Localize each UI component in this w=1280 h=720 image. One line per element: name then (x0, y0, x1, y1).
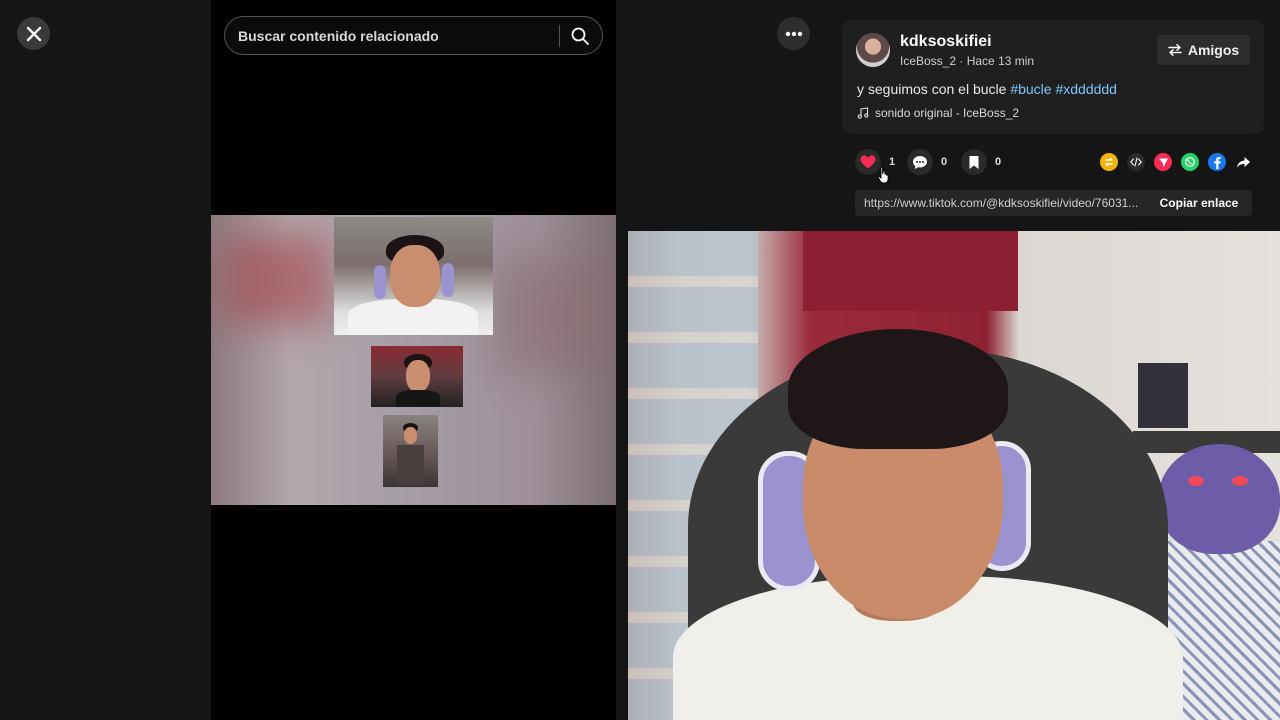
whatsapp-icon[interactable] (1181, 153, 1199, 171)
video-url[interactable]: https://www.tiktok.com/@kdksoskifiei/vid… (855, 196, 1145, 210)
comment-count: 0 (941, 156, 948, 168)
sound-name: sonido original - IceBoss_2 (875, 106, 1020, 120)
comment-icon (913, 155, 927, 169)
friends-label: Amigos (1187, 42, 1240, 58)
main-video-player[interactable] (628, 231, 1280, 720)
post-meta: IceBoss_2 · Hace 13 min (900, 54, 1034, 68)
send-icon[interactable] (1154, 153, 1172, 171)
share-icon[interactable] (1234, 153, 1252, 171)
meta-separator: · (956, 54, 967, 68)
user-handle: IceBoss_2 (900, 54, 957, 68)
embed-icon[interactable] (1127, 153, 1145, 171)
recursive-frame-small (383, 415, 438, 487)
post-caption: y seguimos con el bucle #bucle #xdddddd (857, 81, 1117, 97)
video-scene-hair (788, 329, 1008, 449)
related-search-bar (224, 16, 603, 55)
video-scene-curtain (803, 231, 1018, 311)
search-divider (559, 25, 560, 47)
avatar[interactable] (856, 33, 890, 67)
swap-arrows-icon (1168, 44, 1182, 56)
post-time: Hace 13 min (966, 54, 1035, 68)
more-horizontal-icon (785, 31, 802, 36)
music-note-icon (857, 107, 869, 119)
more-options-button[interactable] (777, 17, 810, 50)
post-info-card: kdksoskifiei IceBoss_2 · Hace 13 min Ami… (842, 20, 1264, 134)
hashtag-xdddddd[interactable]: #xdddddd (1055, 81, 1117, 97)
save-circle (961, 149, 987, 175)
preview-blur-left (221, 235, 331, 325)
facebook-icon[interactable] (1208, 153, 1226, 171)
caption-text: y seguimos con el bucle (857, 81, 1011, 97)
cursor-pointer-icon (877, 166, 889, 184)
save-count: 0 (995, 156, 1002, 168)
video-scene-poster (1138, 363, 1188, 428)
hashtag-bucle[interactable]: #bucle (1010, 81, 1051, 97)
video-scene-plush-gengar (1158, 444, 1280, 554)
preview-blur-right (496, 255, 616, 375)
related-video-preview[interactable] (211, 215, 616, 505)
recursive-frame-large (334, 217, 493, 335)
save-button[interactable]: 0 (961, 148, 1001, 176)
close-button[interactable] (17, 17, 50, 50)
sound-link[interactable]: sonido original - IceBoss_2 (857, 106, 1019, 120)
comment-circle (907, 149, 933, 175)
close-icon (26, 26, 41, 41)
bookmark-icon (969, 155, 979, 169)
search-icon[interactable] (570, 26, 590, 46)
friends-button[interactable]: Amigos (1157, 35, 1250, 65)
comment-button[interactable]: 0 (907, 148, 947, 176)
copy-link-button[interactable]: Copiar enlace (1146, 190, 1252, 216)
username[interactable]: kdksoskifiei (900, 33, 992, 51)
heart-icon (860, 155, 876, 169)
action-bar: 1 0 0 (855, 148, 1255, 176)
recursive-frame-medium (371, 346, 463, 407)
copy-link-bar: https://www.tiktok.com/@kdksoskifiei/vid… (855, 190, 1252, 216)
video-viewer: kdksoskifiei IceBoss_2 · Hace 13 min Ami… (0, 0, 1280, 720)
search-input[interactable] (238, 27, 558, 44)
repost-icon[interactable] (1100, 153, 1118, 171)
